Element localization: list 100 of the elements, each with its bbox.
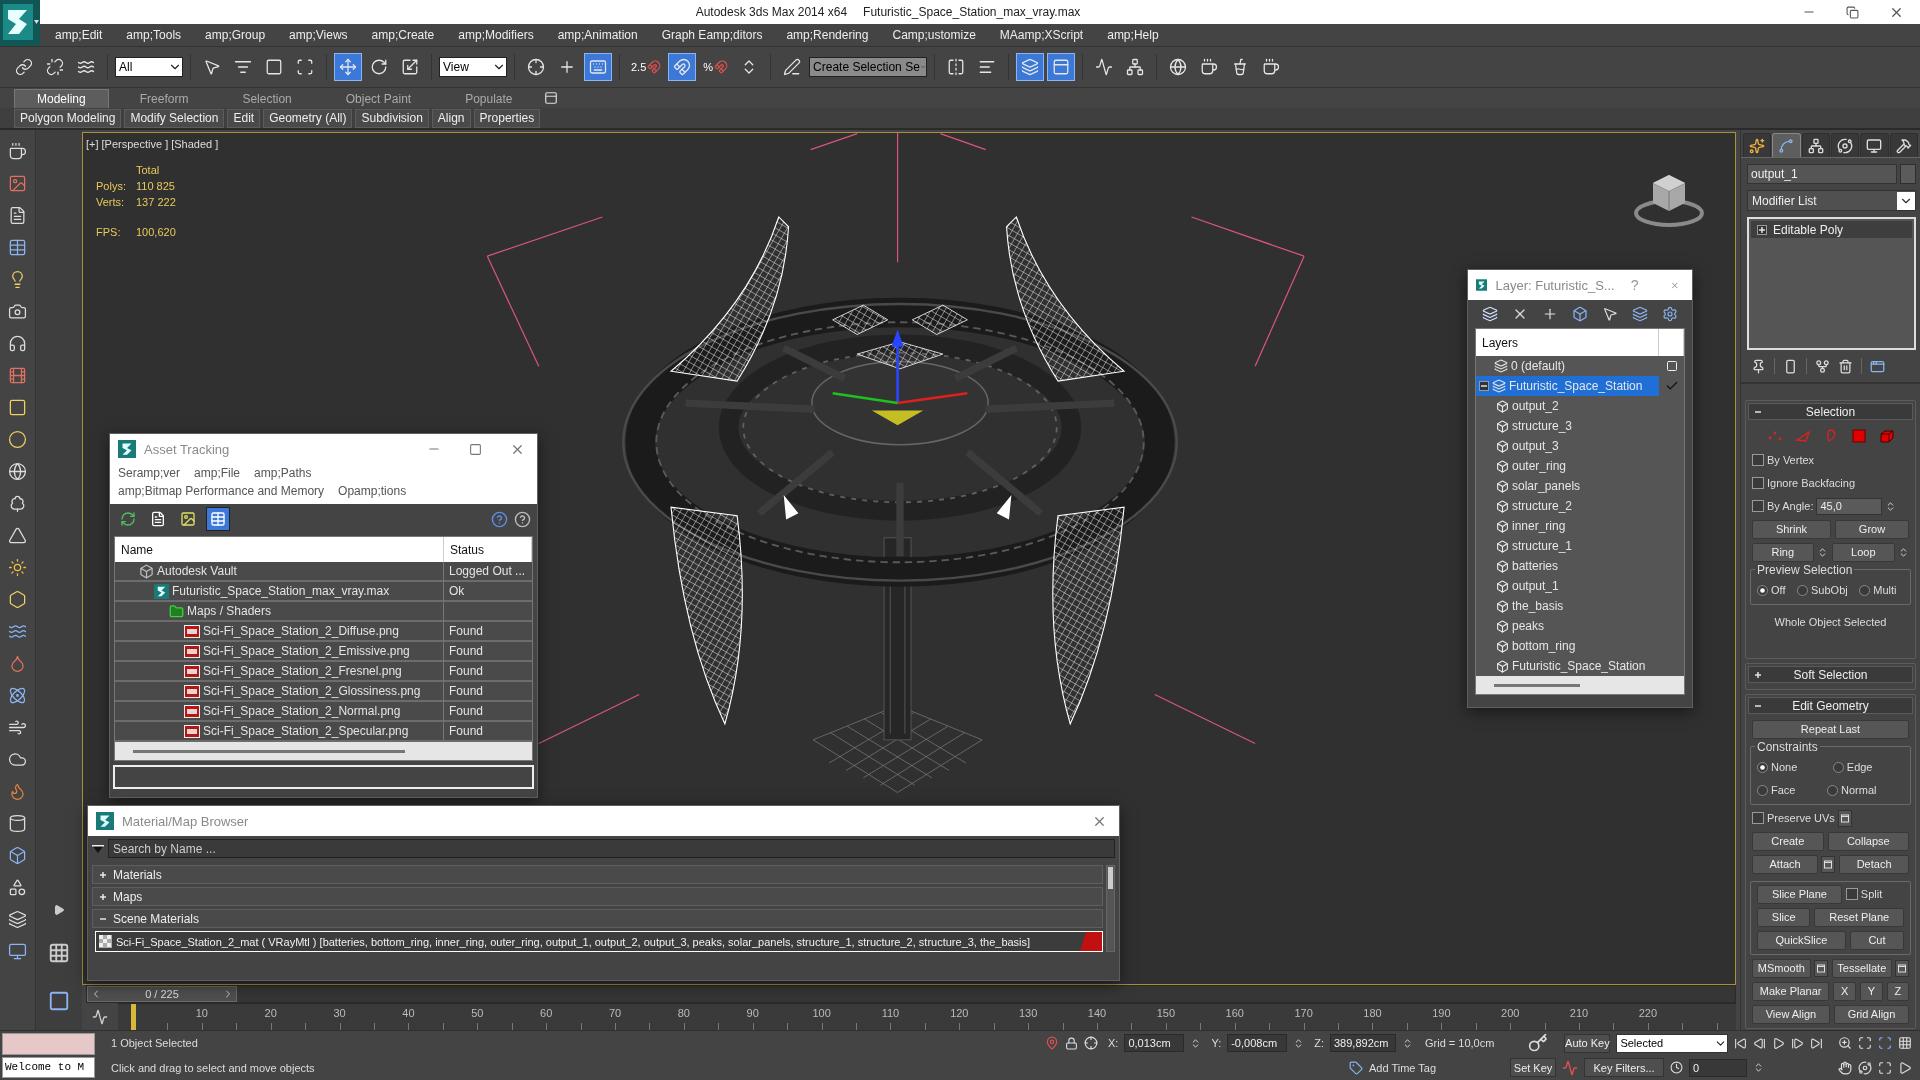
object-item[interactable]: solar_panels — [1476, 476, 1659, 496]
rollout-button[interactable]: Cut — [1849, 930, 1904, 950]
viewport-label[interactable]: [+] — [86, 138, 99, 150]
menu-item[interactable]: Graph Eamp;ditors — [661, 28, 763, 42]
rollout-button[interactable]: View Align — [1752, 1004, 1830, 1024]
skip-back-icon[interactable] — [1734, 1036, 1748, 1050]
menu-item[interactable]: amp;File — [194, 466, 241, 480]
shapes-icon[interactable] — [8, 878, 27, 897]
maxscript-output-field[interactable]: Welcome to M — [2, 1056, 95, 1078]
menu-item[interactable]: amp;Paths — [254, 466, 312, 480]
asset-item[interactable]: Autodesk Vault — [115, 562, 444, 582]
coordinate-field[interactable]: -0,008cm — [1227, 1034, 1288, 1053]
ribbon-panel-button[interactable]: Align — [431, 108, 471, 128]
checkbox[interactable] — [1845, 888, 1858, 900]
settings-icon[interactable] — [1895, 959, 1909, 977]
asset-item[interactable]: Sci-Fi_Space_Station_2_Fresnel.png — [115, 662, 444, 682]
play-arrow-icon[interactable] — [53, 904, 65, 916]
menu-item[interactable]: MAamp;XScript — [999, 28, 1084, 42]
empty-square-icon[interactable] — [1665, 360, 1678, 372]
object-item[interactable]: batteries — [1476, 556, 1659, 576]
gear-icon[interactable] — [1662, 306, 1678, 322]
coordinate-field[interactable]: 389,892cm — [1330, 1034, 1396, 1053]
wave-icon[interactable] — [8, 622, 27, 641]
radio-button[interactable] — [1859, 584, 1871, 596]
menu-item[interactable]: amp;Animation — [557, 28, 638, 42]
object-item[interactable]: bottom_ring — [1476, 636, 1659, 656]
expand-box-icon[interactable] — [1757, 224, 1767, 235]
pan-hand-icon[interactable] — [1838, 1060, 1852, 1075]
rollout-header[interactable]: Soft Selection — [1748, 666, 1913, 683]
triangle-icon[interactable] — [8, 526, 27, 545]
layers-icon[interactable] — [8, 910, 27, 929]
snap-toggle-button[interactable]: 2.5 — [627, 53, 666, 81]
time-slider-track[interactable]: 0 / 225 — [86, 985, 1736, 1003]
plus-icon[interactable] — [98, 891, 108, 902]
lock-icon[interactable] — [1065, 1036, 1078, 1050]
cube-icon[interactable] — [1572, 306, 1588, 322]
ribbon-tab[interactable]: Object Paint — [322, 89, 435, 108]
ribbon-tab[interactable]: Populate — [442, 89, 536, 108]
document-icon[interactable] — [8, 206, 27, 225]
clock-icon[interactable] — [1670, 1061, 1684, 1075]
set-key-button[interactable]: Set Key — [1510, 1058, 1557, 1078]
settings-icon[interactable] — [1813, 959, 1828, 977]
key-mode-dropdown[interactable]: Selected — [1616, 1033, 1729, 1053]
asset-item[interactable]: Sci-Fi_Space_Station_2_Normal.png — [115, 702, 444, 722]
command-panel-tab[interactable] — [1831, 133, 1860, 157]
menu-item[interactable]: amp;Group — [205, 28, 266, 42]
path-field[interactable] — [113, 765, 534, 789]
crosshair-icon[interactable] — [1084, 1036, 1098, 1051]
group-header[interactable]: Maps — [92, 887, 1103, 906]
menu-item[interactable]: amp;Help — [1107, 28, 1159, 42]
help-icon[interactable] — [491, 510, 508, 528]
object-name-field[interactable]: output_1 — [1747, 164, 1897, 184]
ribbon-panel-button[interactable]: Properties — [473, 108, 541, 128]
named-selection-field[interactable]: Create Selection Se — [809, 57, 928, 77]
radio-button[interactable] — [1757, 584, 1768, 596]
object-item[interactable]: structure_3 — [1476, 416, 1659, 436]
menu-item[interactable]: amp;Views — [289, 28, 348, 42]
cloud-icon[interactable] — [8, 750, 27, 769]
picture-icon[interactable] — [8, 174, 27, 193]
asset-item[interactable]: Sci-Fi_Space_Station_2_Emissive.png — [115, 642, 444, 662]
rollout-button[interactable]: Create — [1752, 831, 1824, 851]
rollout-button[interactable]: Y — [1860, 981, 1883, 1001]
chevron-down-icon[interactable] — [1897, 191, 1915, 210]
checkbox[interactable] — [1752, 500, 1764, 512]
layout-grid-icon[interactable] — [48, 942, 70, 964]
orbit-icon[interactable] — [1858, 1060, 1872, 1075]
radio-button[interactable] — [1757, 784, 1768, 796]
monitor-icon[interactable] — [8, 942, 27, 961]
auto-key-button[interactable]: Auto Key — [1564, 1033, 1611, 1053]
rollout-button[interactable]: Ring — [1752, 542, 1814, 562]
object-item[interactable]: peaks — [1476, 616, 1659, 636]
maximize-icon[interactable] — [469, 442, 482, 456]
window-icon[interactable] — [1870, 358, 1885, 374]
asset-item[interactable]: Sci-Fi_Space_Station_2_Glossiness.png — [115, 682, 444, 702]
spinner-arrows-icon[interactable] — [1402, 1037, 1413, 1049]
rollout-button[interactable]: Z — [1886, 981, 1909, 1001]
plus-icon[interactable] — [1542, 306, 1558, 322]
cup-icon[interactable] — [8, 142, 27, 161]
layers-icon[interactable] — [1632, 306, 1648, 322]
snap-toggle-button[interactable]: % — [699, 53, 733, 81]
layers-icon[interactable] — [1016, 53, 1045, 81]
square-icon[interactable] — [8, 398, 27, 417]
skip-forward-icon[interactable] — [1810, 1036, 1824, 1050]
menu-item[interactable]: amp;Tools — [126, 28, 182, 42]
ribbon-panel-button[interactable]: Edit — [227, 108, 261, 128]
key-icon[interactable] — [1528, 1033, 1549, 1054]
pin-icon[interactable] — [1751, 358, 1766, 374]
hexagon-icon[interactable] — [8, 590, 27, 609]
viewport-label[interactable]: [Shaded ] — [171, 138, 219, 150]
spinner-arrows-icon[interactable] — [1898, 546, 1909, 558]
object-item[interactable]: inner_ring — [1476, 516, 1659, 536]
object-item[interactable]: output_1 — [1476, 576, 1659, 596]
bar-icon[interactable] — [1783, 358, 1798, 374]
ribbon-panel-button[interactable]: Subdivision — [355, 108, 429, 128]
checkbox[interactable] — [1752, 454, 1764, 466]
droplet-icon[interactable] — [8, 654, 27, 673]
maximize-icon[interactable] — [1858, 1036, 1872, 1051]
command-panel-tab[interactable] — [1889, 133, 1918, 157]
layers-icon[interactable] — [1482, 306, 1498, 322]
ribbon-tab[interactable]: Modeling — [14, 89, 109, 108]
